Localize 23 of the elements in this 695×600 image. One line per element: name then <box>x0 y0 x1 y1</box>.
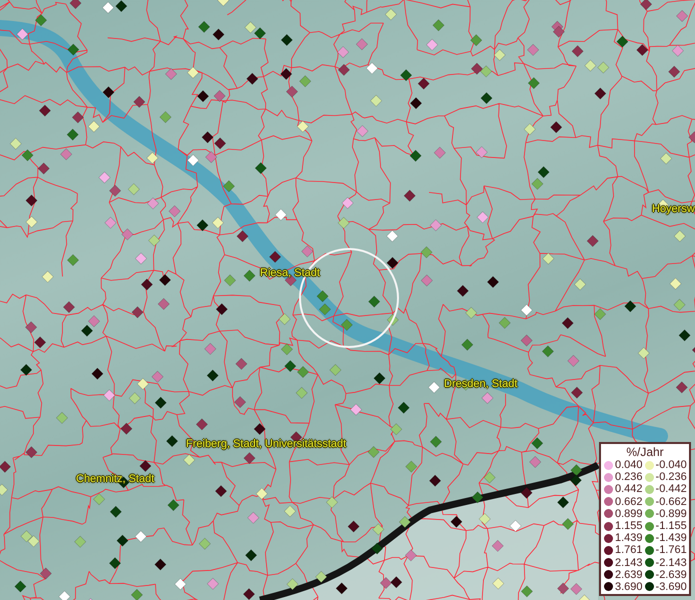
legend-value: -1.761 <box>656 544 687 556</box>
legend-value: -2.639 <box>656 568 687 581</box>
legend-value: -0.040 <box>656 459 687 472</box>
legend-value: 0.662 <box>615 496 643 508</box>
legend-value: 0.899 <box>615 508 643 520</box>
legend-value: 0.236 <box>615 471 643 484</box>
legend-value: 2.143 <box>615 556 643 569</box>
legend-value: -0.899 <box>656 508 687 520</box>
legend-value: -0.236 <box>656 471 687 484</box>
legend-value: -1.155 <box>656 520 687 532</box>
legend-value: -0.442 <box>656 483 687 496</box>
legend-value: -2.143 <box>656 556 687 569</box>
legend-value: 2.639 <box>615 568 643 581</box>
legend-value: 0.040 <box>615 459 643 472</box>
legend-value: 1.439 <box>615 532 643 544</box>
legend-value: -1.439 <box>656 532 687 544</box>
legend-value: 3.690 <box>615 580 643 593</box>
legend-value: -0.662 <box>656 496 687 508</box>
legend-value: 0.442 <box>615 483 643 496</box>
legend-value: 1.761 <box>615 544 643 556</box>
legend-title: %/Jahr <box>625 445 665 459</box>
legend-value: -3.690 <box>656 580 687 593</box>
legend-value: 1.155 <box>615 520 643 532</box>
